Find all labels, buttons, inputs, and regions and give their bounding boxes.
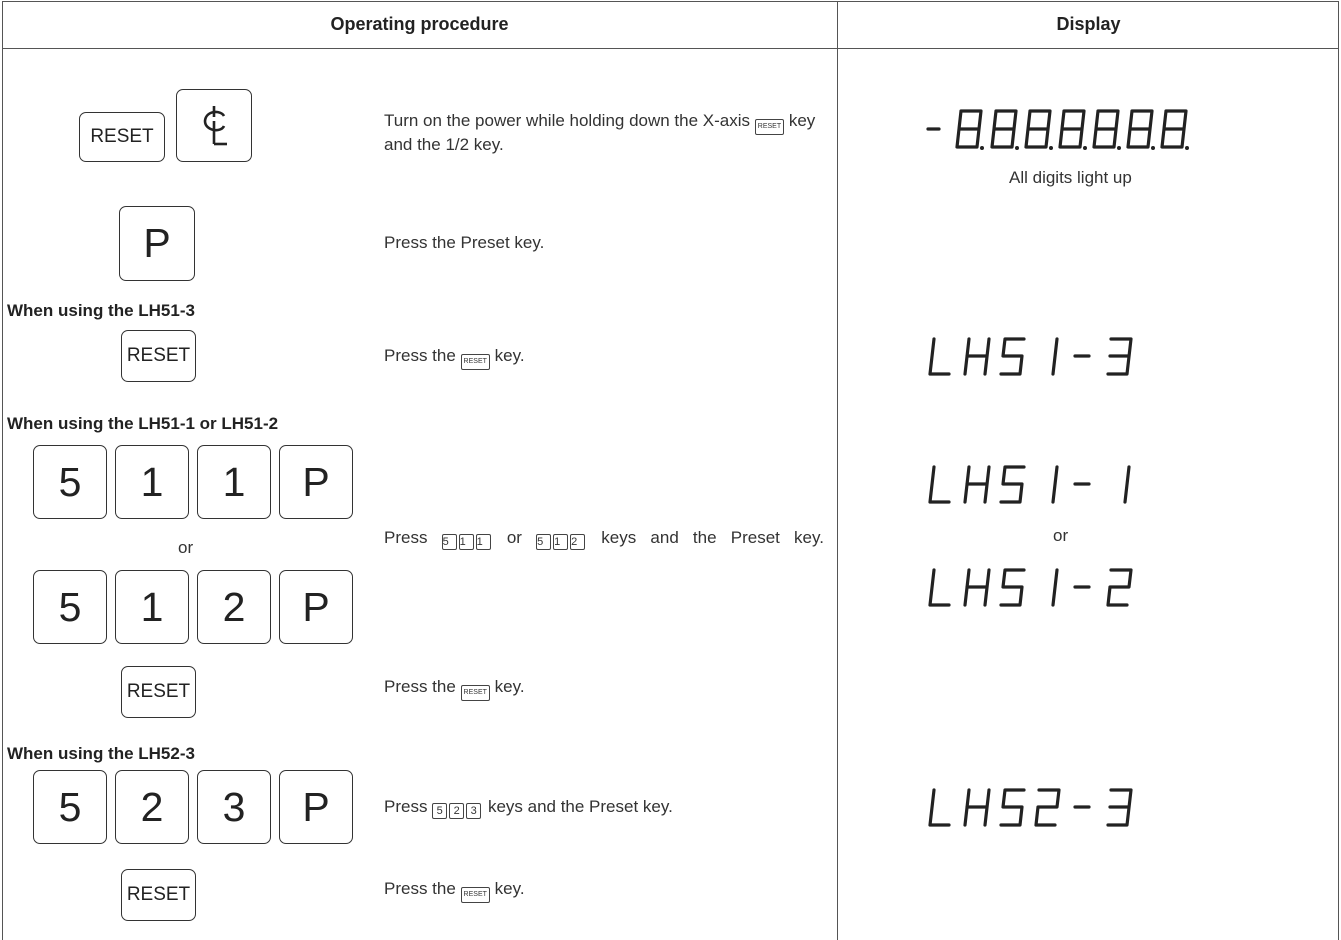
reset-mini-key: RESET <box>460 685 490 701</box>
step-reset-lh52-3: Press the RESET key. <box>384 879 525 903</box>
header-display: Display <box>1056 13 1121 34</box>
mini-digit-1: 1 <box>475 534 491 550</box>
mini-digit-5: 5 <box>536 534 552 550</box>
header-operating-procedure: Operating procedure <box>330 13 509 34</box>
keys-51-text-b: keys and the Preset key. <box>601 528 824 547</box>
step-power-on-text: Turn on the power while holding down the… <box>384 111 829 154</box>
power-on-text-a: Turn on the power while holding down the… <box>384 111 751 130</box>
half-key[interactable] <box>176 89 252 162</box>
section-lh51-3: When using the LH51-3 <box>7 301 195 320</box>
reset-mini-key: RESET <box>754 119 785 135</box>
keys-51-text-or: or <box>506 528 522 547</box>
header-divider <box>2 48 1339 49</box>
reset-key-lh51-3[interactable]: RESET <box>121 330 196 382</box>
reset-key-lh51-1-2[interactable]: RESET <box>121 666 196 718</box>
preset-key[interactable]: P <box>119 206 195 281</box>
mini-digit-1: 1 <box>458 534 474 550</box>
step-reset-lh51-3: Press the RESET key. <box>384 346 525 370</box>
half-icon <box>203 105 227 145</box>
keys-52-text-b: keys and the Preset key. <box>487 797 673 816</box>
reset-mini-key: RESET <box>460 887 490 903</box>
mini-digit-1: 1 <box>553 534 569 550</box>
digit-1-key[interactable]: 1 <box>197 445 271 519</box>
press-reset-text-a: Press the <box>384 879 456 898</box>
display-lh51-1 <box>928 465 1131 504</box>
digit-3-key[interactable]: 3 <box>197 770 271 844</box>
press-reset-text-b: key. <box>494 677 525 696</box>
digit-1-key[interactable]: 1 <box>115 570 189 644</box>
keys-51-text-a: Press <box>384 528 428 547</box>
digit-5-key[interactable]: 5 <box>33 770 107 844</box>
reset-mini-key: RESET <box>460 354 490 370</box>
digit-2-key[interactable]: 2 <box>115 770 189 844</box>
digit-2-key[interactable]: 2 <box>197 570 271 644</box>
press-reset-text-a: Press the <box>384 346 456 365</box>
reset-key-lh52-3[interactable]: RESET <box>121 869 196 921</box>
mini-digit-5: 5 <box>432 803 448 819</box>
mini-digit-3: 3 <box>466 803 482 819</box>
or-label: or <box>178 538 194 557</box>
all-digits-display <box>926 109 1189 150</box>
reset-key[interactable]: RESET <box>79 112 165 162</box>
preset-key[interactable]: P <box>279 570 353 644</box>
digit-1-key[interactable]: 1 <box>115 445 189 519</box>
all-digits-caption: All digits light up <box>1009 168 1132 187</box>
step-keys-51-line1: Press 511 or 512 keys and the Preset key… <box>384 528 824 550</box>
mini-digit-2: 2 <box>449 803 465 819</box>
press-reset-text-b: key. <box>494 879 525 898</box>
column-divider <box>837 1 838 940</box>
step-keys-52-text: Press 523 keys and the Preset key. <box>384 797 673 819</box>
display-lh52-3 <box>928 788 1133 827</box>
preset-key[interactable]: P <box>279 770 353 844</box>
mini-digit-5: 5 <box>441 534 457 550</box>
press-reset-text-a: Press the <box>384 677 456 696</box>
display-lh51-2 <box>928 568 1133 607</box>
digit-5-key[interactable]: 5 <box>33 445 107 519</box>
press-reset-text-b: key. <box>494 346 525 365</box>
step-preset-text: Press the Preset key. <box>384 233 545 252</box>
section-lh51-1-2: When using the LH51-1 or LH51-2 <box>7 414 279 433</box>
preset-key[interactable]: P <box>279 445 353 519</box>
step-reset-lh51-1-2: Press the RESET key. <box>384 677 525 701</box>
display-lh51-3 <box>928 337 1133 376</box>
mini-digit-2: 2 <box>570 534 586 550</box>
section-lh52-3: When using the LH52-3 <box>7 744 195 763</box>
digit-5-key[interactable]: 5 <box>33 570 107 644</box>
keys-52-text-a: Press <box>384 797 428 816</box>
display-or-label: or <box>1053 526 1069 545</box>
